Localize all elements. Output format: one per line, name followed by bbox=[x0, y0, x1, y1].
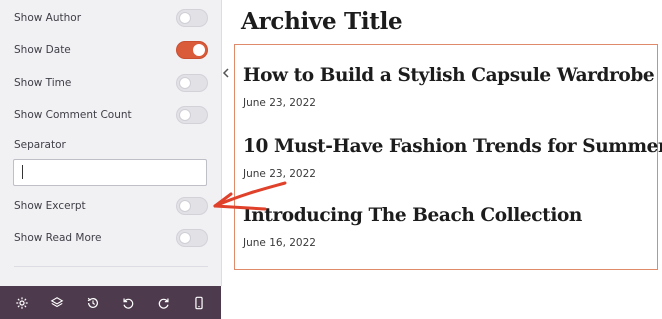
posts-list: How to Build a Stylish Capsule Wardrobe … bbox=[234, 44, 662, 270]
gear-icon[interactable] bbox=[11, 292, 33, 314]
show-read-more-label: Show Read More bbox=[14, 232, 102, 244]
chevron-left-icon[interactable] bbox=[219, 62, 233, 84]
toggle-knob bbox=[179, 232, 191, 244]
show-author-row: Show Author bbox=[14, 8, 208, 28]
redo-icon[interactable] bbox=[153, 292, 175, 314]
history-icon[interactable] bbox=[82, 292, 104, 314]
show-comment-count-row: Show Comment Count bbox=[14, 105, 208, 125]
toggle-knob bbox=[179, 200, 191, 212]
separator-label: Separator bbox=[14, 139, 66, 151]
post-date: June 23, 2022 bbox=[243, 97, 316, 109]
text-cursor bbox=[22, 165, 23, 179]
show-time-label: Show Time bbox=[14, 77, 72, 89]
show-time-row: Show Time bbox=[14, 73, 208, 93]
show-author-toggle[interactable] bbox=[176, 9, 208, 27]
archive-title: Archive Title bbox=[241, 8, 403, 35]
mobile-preview-icon[interactable] bbox=[188, 292, 210, 314]
undo-icon[interactable] bbox=[117, 292, 139, 314]
layers-icon[interactable] bbox=[46, 292, 68, 314]
settings-panel: Show Author Show Date Show Time Show Com… bbox=[0, 0, 222, 286]
show-author-label: Show Author bbox=[14, 12, 82, 24]
toggle-knob bbox=[179, 77, 191, 89]
post-title[interactable]: 10 Must-Have Fashion Trends for Summer bbox=[243, 136, 662, 157]
show-read-more-toggle[interactable] bbox=[176, 229, 208, 247]
show-date-row: Show Date bbox=[14, 40, 208, 60]
post-date: June 16, 2022 bbox=[243, 237, 316, 249]
post-title[interactable]: How to Build a Stylish Capsule Wardrobe bbox=[243, 65, 655, 86]
toggle-knob bbox=[179, 12, 191, 24]
separator-input[interactable] bbox=[13, 159, 207, 186]
toggle-knob bbox=[193, 44, 205, 56]
post-date: June 23, 2022 bbox=[243, 168, 316, 180]
show-time-toggle[interactable] bbox=[176, 74, 208, 92]
bottom-toolbar bbox=[0, 286, 221, 319]
show-date-label: Show Date bbox=[14, 44, 71, 56]
show-excerpt-label: Show Excerpt bbox=[14, 200, 86, 212]
show-excerpt-toggle[interactable] bbox=[176, 197, 208, 215]
show-read-more-row: Show Read More bbox=[14, 228, 208, 248]
panel-divider bbox=[14, 266, 208, 267]
show-excerpt-row: Show Excerpt bbox=[14, 196, 208, 216]
show-comment-count-toggle[interactable] bbox=[176, 106, 208, 124]
show-comment-count-label: Show Comment Count bbox=[14, 109, 132, 121]
annotation-arrow-icon bbox=[213, 181, 287, 211]
show-date-toggle[interactable] bbox=[176, 41, 208, 59]
toggle-knob bbox=[179, 109, 191, 121]
